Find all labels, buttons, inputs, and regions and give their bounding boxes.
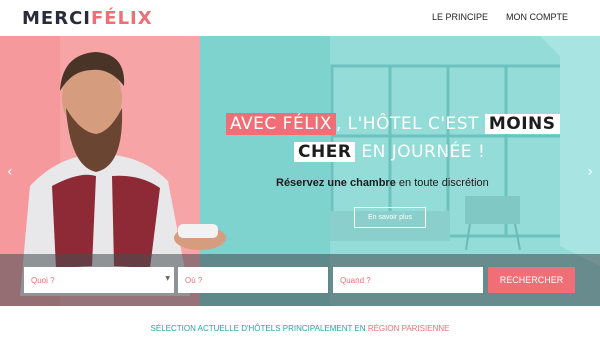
subtitle-bold: Réservez une chambre: [276, 177, 396, 189]
logo-text-merci: MERCI: [22, 8, 91, 29]
when-input[interactable]: [333, 267, 483, 293]
carousel-next-arrow[interactable]: ›: [587, 164, 593, 180]
where-field: [178, 267, 328, 293]
dropdown-caret-icon[interactable]: ▼: [165, 275, 170, 282]
when-field: [333, 267, 483, 293]
selection-caption: SÉLECTION ACTUELLE D'HÔTELS PRINCIPALEME…: [0, 324, 600, 333]
hero-headline-line1: AVEC FÉLIX, L'HÔTEL C'EST MOINS: [226, 113, 560, 135]
selection-text: SÉLECTION ACTUELLE D'HÔTELS PRINCIPALEME…: [150, 324, 368, 333]
headline-middle: , L'HÔTEL C'EST: [335, 114, 479, 134]
learn-more-button[interactable]: En savoir plus: [354, 207, 426, 228]
carousel-prev-arrow[interactable]: ‹: [7, 164, 13, 180]
where-input[interactable]: [178, 267, 328, 293]
nav-mon-compte[interactable]: MON COMPTE: [506, 12, 568, 22]
what-field: ▼: [24, 267, 174, 293]
headline-bold-cher: CHER: [294, 142, 356, 162]
hero-subtitle: Réservez une chambre en toute discrétion: [276, 177, 489, 189]
site-header: MERCIFÉLIX LE PRINCIPE MON COMPTE: [0, 0, 600, 36]
hero-headline-line2: CHER EN JOURNÉE !: [294, 142, 485, 162]
logo[interactable]: MERCIFÉLIX: [22, 8, 153, 29]
headline-end: EN JOURNÉE !: [361, 142, 486, 162]
what-input[interactable]: [24, 267, 174, 293]
search-bar: ▼ RECHERCHER: [0, 254, 600, 306]
logo-text-felix: FÉLIX: [90, 8, 153, 29]
headline-bold-moins: MOINS: [484, 114, 560, 134]
search-button[interactable]: RECHERCHER: [488, 267, 575, 293]
headline-highlight: AVEC FÉLIX: [226, 113, 336, 135]
subtitle-rest: en toute discrétion: [395, 177, 489, 189]
hero-banner: ‹ › AVEC FÉLIX, L'HÔTEL C'EST MOINS CHER…: [0, 36, 600, 306]
nav-le-principe[interactable]: LE PRINCIPE: [432, 12, 488, 22]
selection-region[interactable]: RÉGION PARISIENNE: [368, 324, 450, 333]
